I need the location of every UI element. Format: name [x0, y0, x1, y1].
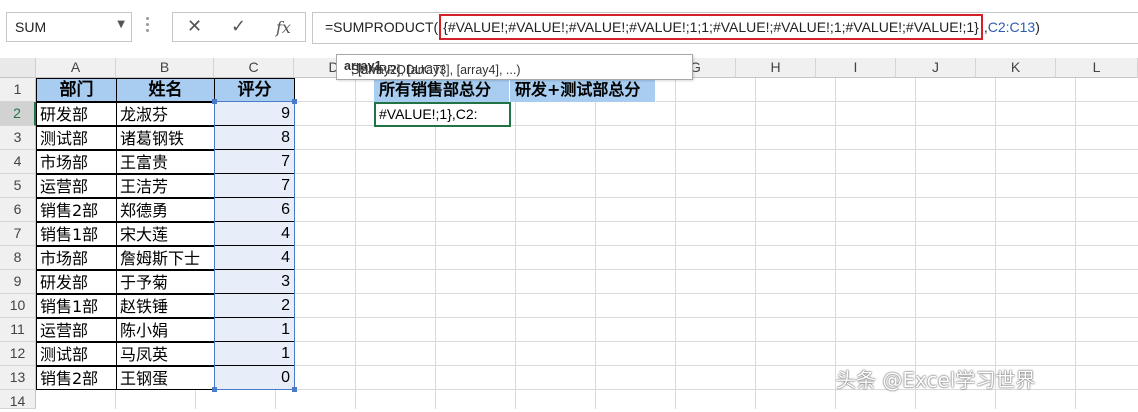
cell-score[interactable]: 1 — [214, 342, 295, 366]
cell-dept[interactable]: 研发部 — [36, 102, 117, 126]
cell-dept[interactable]: 市场部 — [36, 246, 117, 270]
cell-score[interactable]: 7 — [214, 150, 295, 174]
cell-score[interactable]: 7 — [214, 174, 295, 198]
row-header-5[interactable]: 5 — [0, 174, 36, 198]
tooltip-text: SUMPRODUCT(array1, [array2], [array3], [… — [344, 59, 521, 77]
cell-score[interactable]: 0 — [214, 366, 295, 390]
cell-name[interactable]: 诸葛钢铁 — [116, 126, 215, 150]
column-header-j[interactable]: J — [896, 58, 976, 78]
column-header-b[interactable]: B — [116, 58, 214, 78]
column-header-c[interactable]: C — [214, 58, 294, 78]
formula-buttons: ✕ ✓ fx — [172, 12, 306, 42]
column-header-a[interactable]: A — [36, 58, 116, 78]
cell-name[interactable]: 赵铁锤 — [116, 294, 215, 318]
row-header-3[interactable]: 3 — [0, 126, 36, 150]
formula-range-ref: C2:C13 — [987, 19, 1036, 35]
header-dept[interactable]: 部门 — [36, 78, 117, 102]
formula-bar-area: SUM ▼ ✕ ✓ fx =SUMPRODUCT({#VALUE!;#VALUE… — [0, 0, 1138, 58]
tooltip-rest: , [array2], [array3], [array4], ...) — [351, 63, 521, 77]
formula-prefix: =SUMPRODUCT( — [325, 19, 439, 35]
header-rd-test-total[interactable]: 研发+测试部总分 — [510, 78, 656, 102]
cell-name[interactable]: 王洁芳 — [116, 174, 215, 198]
cell-score[interactable]: 2 — [214, 294, 295, 318]
cell-score[interactable]: 3 — [214, 270, 295, 294]
cell-dept[interactable]: 运营部 — [36, 174, 117, 198]
formula-input[interactable]: =SUMPRODUCT({#VALUE!;#VALUE!;#VALUE!;#VA… — [312, 12, 1138, 44]
cell-score[interactable]: 6 — [214, 198, 295, 222]
row-header-7[interactable]: 7 — [0, 222, 36, 246]
drag-handle-icon[interactable] — [146, 14, 150, 38]
cell-score[interactable]: 9 — [214, 102, 295, 126]
cell-name[interactable]: 詹姆斯下士 — [116, 246, 215, 270]
watermark: 头条 @Excel学习世界 — [836, 368, 1036, 392]
column-header-k[interactable]: K — [976, 58, 1056, 78]
row-header-9[interactable]: 9 — [0, 270, 36, 294]
header-name[interactable]: 姓名 — [116, 78, 215, 102]
formula-highlighted-array: {#VALUE!;#VALUE!;#VALUE!;#VALUE!;1;1;#VA… — [439, 14, 983, 40]
row-header-6[interactable]: 6 — [0, 198, 36, 222]
cell-name[interactable]: 郑德勇 — [116, 198, 215, 222]
active-edit-cell[interactable]: #VALUE!;1},C2: — [374, 102, 511, 127]
cell-dept[interactable]: 销售2部 — [36, 366, 117, 390]
cell-dept[interactable]: 研发部 — [36, 270, 117, 294]
formula-text: =SUMPRODUCT({#VALUE!;#VALUE!;#VALUE!;#VA… — [325, 14, 1040, 40]
cell-dept[interactable]: 市场部 — [36, 150, 117, 174]
cell-score[interactable]: 4 — [214, 222, 295, 246]
insert-function-icon[interactable]: fx — [276, 18, 291, 37]
cell-name[interactable]: 于予菊 — [116, 270, 215, 294]
cell-name[interactable]: 王富贵 — [116, 150, 215, 174]
column-header-i[interactable]: I — [816, 58, 896, 78]
cell-dept[interactable]: 销售1部 — [36, 294, 117, 318]
select-all-corner[interactable] — [0, 58, 36, 78]
cell-dept[interactable]: 测试部 — [36, 342, 117, 366]
cancel-icon[interactable]: ✕ — [187, 16, 202, 37]
column-header-l[interactable]: L — [1056, 58, 1138, 78]
row-header-13[interactable]: 13 — [0, 366, 36, 390]
row-header-12[interactable]: 12 — [0, 342, 36, 366]
cell-score[interactable]: 4 — [214, 246, 295, 270]
column-header-h[interactable]: H — [736, 58, 816, 78]
cell-dept[interactable]: 销售1部 — [36, 222, 117, 246]
row-header-8[interactable]: 8 — [0, 246, 36, 270]
cell-dept[interactable]: 测试部 — [36, 126, 117, 150]
cell-score[interactable]: 1 — [214, 318, 295, 342]
cell-dept[interactable]: 运营部 — [36, 318, 117, 342]
row-header-4[interactable]: 4 — [0, 150, 36, 174]
cell-dept[interactable]: 销售2部 — [36, 198, 117, 222]
cell-name[interactable]: 宋大莲 — [116, 222, 215, 246]
name-box-value: SUM — [15, 19, 47, 35]
function-tooltip[interactable]: SUMPRODUCT(array1, [array2], [array3], [… — [336, 54, 693, 80]
row-header-14[interactable]: 14 — [0, 390, 36, 409]
row-header-11[interactable]: 11 — [0, 318, 36, 342]
enter-icon[interactable]: ✓ — [231, 16, 246, 37]
header-score[interactable]: 评分 — [214, 78, 295, 102]
header-all-sales-total[interactable]: 所有销售部总分 — [374, 78, 510, 102]
row-header-10[interactable]: 10 — [0, 294, 36, 318]
chevron-down-icon[interactable]: ▼ — [117, 19, 125, 30]
cell-score[interactable]: 8 — [214, 126, 295, 150]
cell-name[interactable]: 王钢蛋 — [116, 366, 215, 390]
row-header-1[interactable]: 1 — [0, 78, 36, 102]
formula-suffix: ) — [1035, 19, 1040, 35]
cell-name[interactable]: 马凤英 — [116, 342, 215, 366]
row-header-2[interactable]: 2 — [0, 102, 36, 126]
cell-name[interactable]: 龙淑芬 — [116, 102, 215, 126]
name-box[interactable]: SUM ▼ — [6, 12, 132, 42]
cell-name[interactable]: 陈小娟 — [116, 318, 215, 342]
